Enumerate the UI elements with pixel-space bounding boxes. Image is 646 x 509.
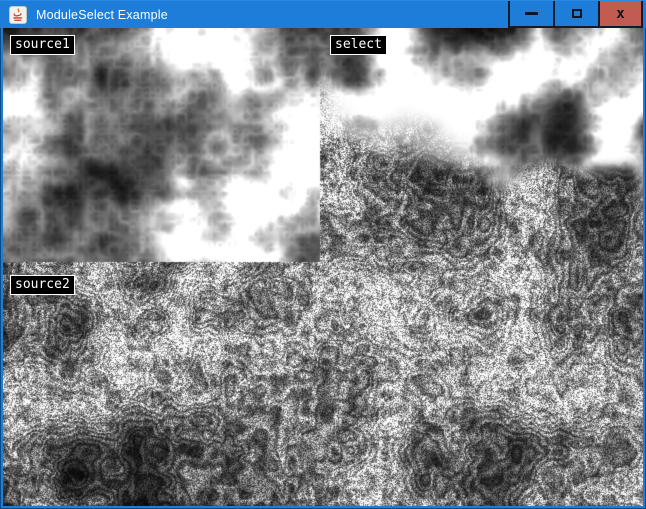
window-title: ModuleSelect Example xyxy=(36,8,168,22)
java-app-icon[interactable] xyxy=(9,6,27,24)
close-icon: x xyxy=(616,7,624,21)
maximize-button[interactable] xyxy=(553,1,598,28)
label-source2: source2 xyxy=(10,275,75,295)
maximize-icon xyxy=(572,9,582,18)
steam-icon xyxy=(18,8,19,12)
label-source1: source1 xyxy=(10,35,75,55)
window-controls: x xyxy=(508,1,643,28)
render-area: source1 select source2 xyxy=(3,28,643,506)
app-window: ModuleSelect Example x source1 select so… xyxy=(0,0,646,509)
titlebar[interactable]: ModuleSelect Example x xyxy=(0,0,646,28)
label-select: select xyxy=(330,35,387,55)
noise-render-canvas xyxy=(3,28,643,506)
minimize-button[interactable] xyxy=(508,1,553,28)
minimize-icon xyxy=(525,12,538,15)
close-button[interactable]: x xyxy=(598,1,643,28)
